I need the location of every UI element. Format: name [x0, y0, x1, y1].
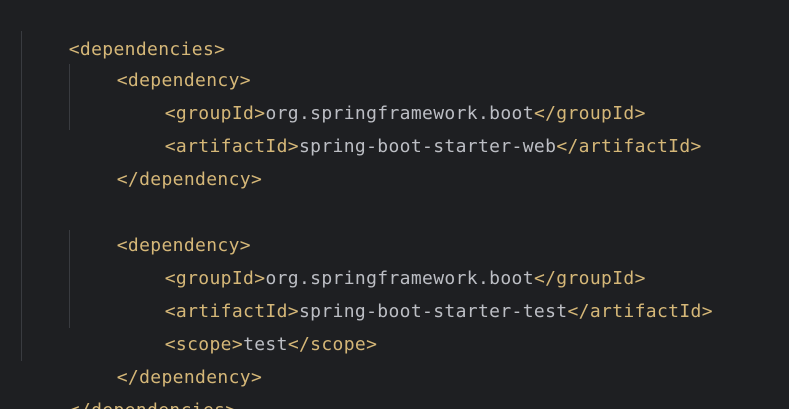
code-line[interactable]: <dependency>	[0, 31, 251, 91]
code-line[interactable]: <groupId>org.springframework.boot</group…	[0, 229, 646, 289]
xml-text-value: spring-boot-starter-web	[299, 136, 557, 157]
code-line[interactable]: <groupId>org.springframework.boot</group…	[0, 64, 646, 124]
code-line[interactable]: </dependency>	[0, 328, 262, 388]
code-line[interactable]: </dependencies>	[0, 361, 237, 409]
xml-close-tag: </artifactId>	[567, 301, 713, 322]
code-line-blank[interactable]	[0, 163, 69, 196]
xml-close-tag: </artifactId>	[556, 136, 702, 157]
code-line[interactable]: <artifactId>spring-boot-starter-web</art…	[0, 97, 702, 157]
xml-close-tag: </dependencies>	[69, 400, 237, 409]
code-line[interactable]: <dependency>	[0, 196, 251, 256]
code-editor[interactable]: <dependencies> <dependency> <groupId>org…	[0, 0, 789, 409]
code-line[interactable]: <dependencies>	[0, 0, 225, 60]
code-line[interactable]: </dependency>	[0, 130, 262, 190]
code-line[interactable]: <artifactId>spring-boot-starter-test</ar…	[0, 262, 713, 322]
code-line[interactable]: <scope>test</scope>	[0, 295, 377, 355]
xml-close-tag: </dependency>	[116, 169, 263, 190]
xml-close-tag: </scope>	[287, 334, 378, 355]
